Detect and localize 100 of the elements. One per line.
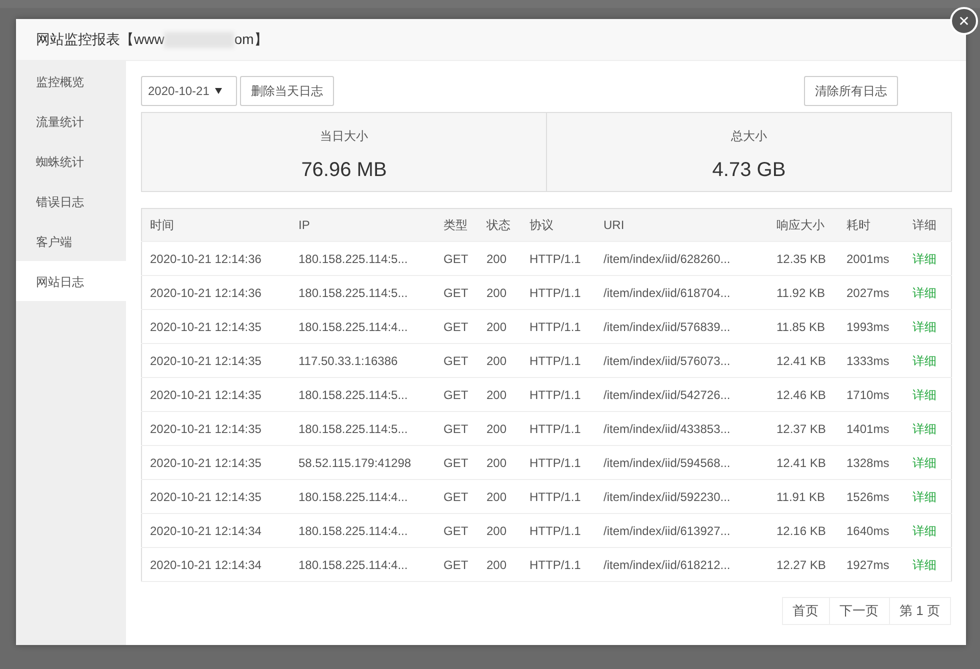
pagination-button[interactable]: 下一页	[828, 597, 890, 625]
table-cell: 1640ms	[838, 514, 904, 548]
column-header: 协议	[522, 208, 596, 242]
table-cell: 12.37 KB	[768, 412, 838, 446]
pagination-button[interactable]: 第 1 页	[888, 597, 951, 625]
table-cell: 58.52.115.179:41298	[290, 446, 436, 480]
table-cell: GET	[436, 548, 478, 582]
table-cell: HTTP/1.1	[522, 514, 596, 548]
table-cell: HTTP/1.1	[522, 412, 596, 446]
table-cell: /item/index/iid/618212...	[596, 548, 768, 582]
stat-label: 总大小	[730, 128, 768, 145]
table-cell: GET	[436, 480, 478, 514]
table-cell: HTTP/1.1	[522, 242, 596, 276]
table-cell: GET	[436, 310, 478, 344]
table-cell: 2020-10-21 12:14:36	[142, 242, 290, 276]
date-select[interactable]: 2020-10-21	[141, 76, 237, 106]
table-cell: 2020-10-21 12:14:34	[142, 514, 290, 548]
table-cell: /item/index/iid/594568...	[596, 446, 768, 480]
table-cell: 1401ms	[838, 412, 904, 446]
table-cell: 12.27 KB	[768, 548, 838, 582]
table-cell: 1328ms	[838, 446, 904, 480]
table-cell: 200	[478, 548, 522, 582]
table-cell: /item/index/iid/592230...	[596, 480, 768, 514]
table-cell: 200	[478, 514, 522, 548]
table-cell: 2020-10-21 12:14:35	[142, 446, 290, 480]
table-cell: 12.16 KB	[768, 514, 838, 548]
table-cell: 180.158.225.114:5...	[290, 276, 436, 310]
column-header: 类型	[436, 208, 478, 242]
table-cell: /item/index/iid/618704...	[596, 276, 768, 310]
table-cell: GET	[436, 378, 478, 412]
column-header: 状态	[478, 208, 522, 242]
table-cell: 2020-10-21 12:14:36	[142, 276, 290, 310]
table-cell: HTTP/1.1	[522, 310, 596, 344]
clear-all-logs-button[interactable]: 清除所有日志	[804, 76, 898, 106]
table-cell: 200	[478, 310, 522, 344]
table-cell: 200	[478, 344, 522, 378]
pagination-button[interactable]: 首页	[782, 597, 830, 625]
table-cell: /item/index/iid/576839...	[596, 310, 768, 344]
delete-day-log-button[interactable]: 删除当天日志	[240, 76, 334, 106]
table-cell: 12.41 KB	[768, 446, 838, 480]
table-cell: 2020-10-21 12:14:35	[142, 310, 290, 344]
table-cell: 1333ms	[838, 344, 904, 378]
table-cell: 12.41 KB	[768, 344, 838, 378]
table-cell: /item/index/iid/576073...	[596, 344, 768, 378]
table-cell: 2020-10-21 12:14:35	[142, 412, 290, 446]
table-cell: 180.158.225.114:4...	[290, 548, 436, 582]
table-cell: HTTP/1.1	[522, 446, 596, 480]
sidebar-item[interactable]: 流量统计	[16, 101, 126, 141]
table-cell: HTTP/1.1	[522, 548, 596, 582]
table-cell: /item/index/iid/613927...	[596, 514, 768, 548]
column-header: 详细	[904, 208, 952, 242]
table-cell: 2020-10-21 12:14:35	[142, 480, 290, 514]
table-cell: 117.50.33.1:16386	[290, 344, 436, 378]
table-cell: 1927ms	[838, 548, 904, 582]
stat-value: 76.96 MB	[300, 158, 388, 183]
sidebar-item[interactable]: 蜘蛛统计	[16, 141, 126, 181]
column-header: 耗时	[838, 208, 904, 242]
close-button[interactable]: ✕	[950, 7, 978, 35]
sidebar-item[interactable]: 客户端	[16, 221, 126, 261]
table-cell: 180.158.225.114:4...	[290, 310, 436, 344]
table-cell: 11.91 KB	[768, 480, 838, 514]
table-cell: /item/index/iid/628260...	[596, 242, 768, 276]
table-cell: 200	[478, 412, 522, 446]
table-cell: GET	[436, 514, 478, 548]
table-cell: 200	[478, 242, 522, 276]
table-cell: HTTP/1.1	[522, 480, 596, 514]
table-cell: 200	[478, 480, 522, 514]
table-cell: 2027ms	[838, 276, 904, 310]
sidebar-item[interactable]: 监控概览	[16, 61, 126, 101]
table-cell: 2001ms	[838, 242, 904, 276]
dialog-title: 网站监控报表【www	[36, 30, 164, 49]
table-cell: GET	[436, 276, 478, 310]
sidebar-item[interactable]: 错误日志	[16, 181, 126, 221]
dialog-title: om】	[234, 30, 268, 49]
table-cell: /item/index/iid/542726...	[596, 378, 768, 412]
table-cell: 200	[478, 378, 522, 412]
table-cell: HTTP/1.1	[522, 344, 596, 378]
table-cell: 180.158.225.114:5...	[290, 412, 436, 446]
table-cell: GET	[436, 446, 478, 480]
table-cell: 200	[478, 446, 522, 480]
table-cell: GET	[436, 412, 478, 446]
table-cell: HTTP/1.1	[522, 276, 596, 310]
column-header: 时间	[142, 208, 290, 242]
sidebar-item[interactable]: 网站日志	[16, 261, 126, 301]
column-header: URI	[596, 208, 768, 242]
column-header: IP	[290, 208, 436, 242]
table-cell: 11.85 KB	[768, 310, 838, 344]
table-cell: 180.158.225.114:5...	[290, 378, 436, 412]
table-cell: 1526ms	[838, 480, 904, 514]
stat-label: 当日大小	[319, 128, 369, 145]
table-cell: 180.158.225.114:5...	[290, 242, 436, 276]
table-cell: 11.92 KB	[768, 276, 838, 310]
table-cell: /item/index/iid/433853...	[596, 412, 768, 446]
table-cell: 1993ms	[838, 310, 904, 344]
table-cell: 2020-10-21 12:14:35	[142, 378, 290, 412]
table-cell: GET	[436, 242, 478, 276]
table-cell: 2020-10-21 12:14:34	[142, 548, 290, 582]
stat-value: 4.73 GB	[711, 158, 787, 183]
table-cell: GET	[436, 344, 478, 378]
table-cell: 200	[478, 276, 522, 310]
